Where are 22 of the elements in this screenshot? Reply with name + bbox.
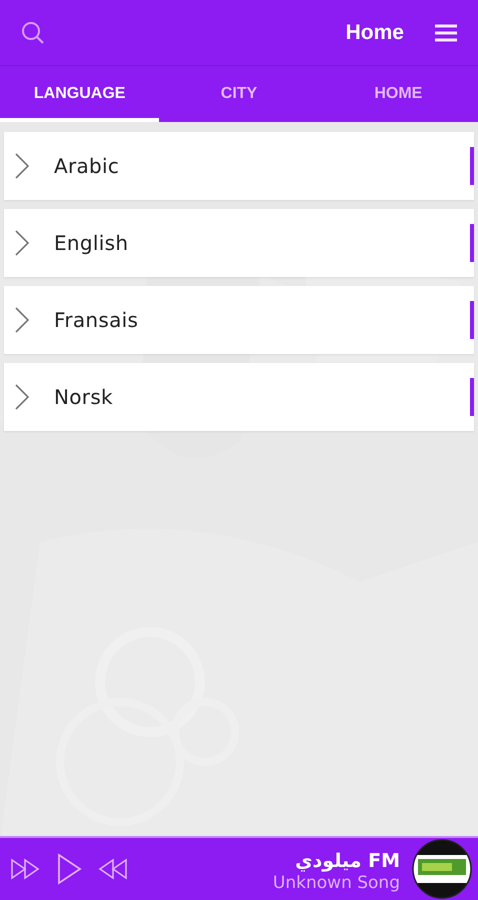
language-name: Arabic xyxy=(54,154,120,178)
search-icon[interactable] xyxy=(20,20,46,46)
menu-icon[interactable] xyxy=(434,22,458,42)
language-name: Norsk xyxy=(54,385,113,409)
language-name: Fransais xyxy=(54,308,138,332)
rewind-icon[interactable] xyxy=(96,857,128,881)
chevron-right-icon xyxy=(14,307,30,333)
header-title: Home xyxy=(346,20,404,44)
chevron-right-icon xyxy=(14,230,30,256)
language-item[interactable]: Fransais xyxy=(4,286,474,354)
language-item[interactable]: English xyxy=(4,209,474,277)
play-icon[interactable] xyxy=(56,853,82,885)
language-name: English xyxy=(54,231,128,255)
station-name: ميلودي FM xyxy=(295,850,400,872)
tab[interactable]: CITY xyxy=(159,66,319,122)
fast-forward-icon[interactable] xyxy=(10,857,42,881)
song-title: Unknown Song xyxy=(272,872,400,894)
language-item[interactable]: Arabic xyxy=(4,132,474,200)
chevron-right-icon xyxy=(14,384,30,410)
chevron-right-icon xyxy=(14,153,30,179)
language-item[interactable]: Norsk xyxy=(4,363,474,431)
tab[interactable]: HOME xyxy=(318,66,478,122)
